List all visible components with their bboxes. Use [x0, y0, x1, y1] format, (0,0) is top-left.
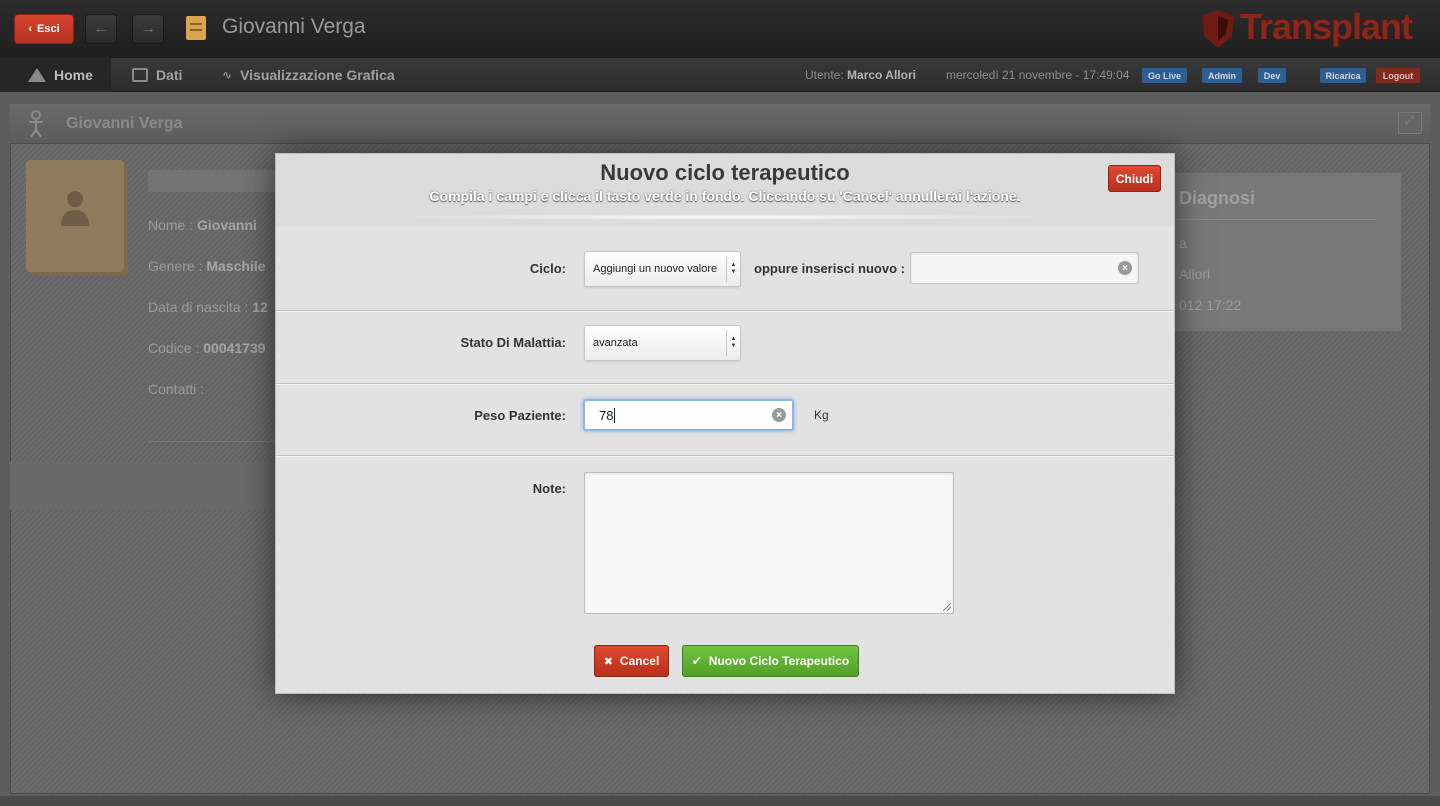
expand-icon: ⤢ [1405, 115, 1414, 127]
nav-dati[interactable]: Dati [132, 58, 182, 92]
resize-handle-icon[interactable] [943, 603, 951, 611]
field-nascita: Data di nascita : 12 [148, 299, 268, 315]
page-title: Giovanni Verga [222, 15, 366, 38]
submit-button-label: Nuovo Ciclo Terapeutico [708, 654, 850, 668]
field-genere-value: Maschile [206, 258, 266, 274]
nav-home-label: Home [54, 67, 93, 83]
dev-button[interactable]: Dev [1258, 68, 1286, 83]
modal-subtitle: Compila i campi e clicca il tasto verde … [429, 188, 1021, 204]
check-icon: ✔ [691, 654, 702, 668]
patient-avatar [26, 160, 124, 272]
arrow-left-icon: ← [93, 20, 109, 37]
field-genere: Genere : Maschile [148, 258, 266, 274]
exit-button-label: Esci [37, 23, 60, 35]
logout-button[interactable]: Logout [1376, 68, 1420, 83]
divider [148, 441, 278, 442]
history-back-button[interactable]: ← [85, 14, 117, 44]
shield-logo-icon [1202, 10, 1234, 48]
field-nascita-value: 12 [252, 299, 268, 315]
divider [276, 455, 1174, 457]
diagnosi-line: Allori [1179, 266, 1211, 282]
app-logo: Transplant [1240, 6, 1413, 47]
submit-button[interactable]: ✔ Nuovo Ciclo Terapeutico [682, 645, 859, 677]
chart-icon: ∿ [222, 68, 233, 82]
close-button[interactable]: Chiudi [1108, 165, 1161, 192]
text-cursor [614, 407, 616, 423]
field-codice-value: 00041739 [203, 340, 266, 356]
admin-button[interactable]: Admin [1202, 68, 1242, 83]
user-name: Marco Allori [847, 68, 916, 82]
field-codice-label: Codice : [148, 340, 200, 356]
patient-panel-title: Giovanni Verga [66, 115, 183, 132]
nav-grafica[interactable]: ∿ Visualizzazione Grafica [222, 58, 395, 92]
divider [276, 310, 1174, 312]
oppure-label: oppure inserisci nuovo : [754, 261, 905, 276]
nav-home[interactable]: Home [0, 58, 111, 92]
expand-panel-button[interactable]: ⤢ [1398, 112, 1422, 134]
peso-input[interactable]: 78 × [583, 399, 794, 431]
diagnosi-card: Diagnosi a Allori 012 17:22 [1170, 172, 1402, 332]
nav-grafica-label: Visualizzazione Grafica [240, 67, 395, 83]
peso-input-value: 78 [599, 407, 614, 423]
cancel-button[interactable]: ✖ Cancel [594, 645, 669, 677]
field-contatti-label: Contatti : [148, 381, 205, 397]
field-genere-label: Genere : [148, 258, 203, 274]
note-textarea[interactable] [584, 472, 954, 614]
diagnosi-line: a [1179, 235, 1187, 251]
person-icon [29, 110, 43, 138]
modal-title: Nuovo ciclo terapeutico [600, 160, 850, 185]
stato-select-value: avanzata [593, 337, 638, 349]
current-datetime: mercoledì 21 novembre - 17:49:04 [946, 68, 1130, 82]
top-header: ‹ Esci ← → Giovanni Verga Transplant [0, 0, 1440, 58]
document-icon [186, 16, 206, 40]
divider [276, 383, 1174, 385]
note-label: Note: [532, 481, 566, 496]
background-band [10, 462, 280, 510]
cancel-button-label: Cancel [619, 654, 660, 668]
field-contatti: Contatti : [148, 381, 204, 397]
new-cycle-input[interactable]: × [910, 252, 1139, 284]
clear-icon[interactable]: × [1118, 261, 1132, 275]
clear-icon[interactable]: × [772, 408, 786, 422]
close-icon: ✖ [603, 655, 613, 668]
arrow-right-icon: → [140, 20, 156, 37]
nav-dati-label: Dati [156, 67, 183, 83]
new-cycle-modal: Nuovo ciclo terapeutico Compila i campi … [275, 153, 1175, 694]
go-live-button[interactable]: Go Live [1142, 68, 1187, 83]
peso-label: Peso Paziente: [474, 408, 566, 423]
ciclo-select[interactable]: Aggiungi un nuovo valore ▲ ▼ [584, 251, 741, 287]
stato-label: Stato Di Malattia: [460, 335, 566, 350]
exit-button[interactable]: ‹ Esci [14, 14, 74, 44]
ciclo-select-value: Aggiungi un nuovo valore [593, 263, 718, 275]
divider [1171, 219, 1377, 220]
modal-header: Nuovo ciclo terapeutico Compila i campi … [276, 154, 1174, 220]
diagnosi-line: 012 17:22 [1179, 297, 1242, 313]
reload-button[interactable]: Ricarica [1320, 68, 1366, 83]
peso-unit: Kg [814, 408, 829, 422]
user-info: Utente: Marco Allori [805, 68, 916, 82]
field-nome: Nome : Giovanni [148, 217, 257, 233]
main-navbar: Home Dati ∿ Visualizzazione Grafica Uten… [0, 58, 1440, 92]
stato-select[interactable]: avanzata ▲ ▼ [584, 325, 741, 361]
patient-name-bar [148, 170, 278, 192]
field-codice: Codice : 00041739 [148, 340, 266, 356]
field-nome-value: Giovanni [197, 217, 257, 233]
user-silhouette-icon [61, 191, 89, 226]
list-icon [132, 68, 148, 82]
modal-form [276, 226, 1174, 693]
user-prefix: Utente: [805, 68, 844, 82]
back-arrow-icon: ‹ [28, 23, 33, 35]
home-icon [28, 68, 46, 82]
ciclo-label: Ciclo: [529, 261, 566, 276]
select-arrows-icon: ▲ ▼ [726, 330, 740, 356]
diagnosi-title: Diagnosi [1179, 188, 1256, 208]
patient-panel-header [10, 104, 1430, 144]
bottom-bar [0, 796, 1440, 806]
history-forward-button[interactable]: → [132, 14, 164, 44]
field-nascita-label: Data di nascita : [148, 299, 249, 315]
field-nome-label: Nome : [148, 217, 194, 233]
select-arrows-icon: ▲ ▼ [726, 256, 740, 282]
